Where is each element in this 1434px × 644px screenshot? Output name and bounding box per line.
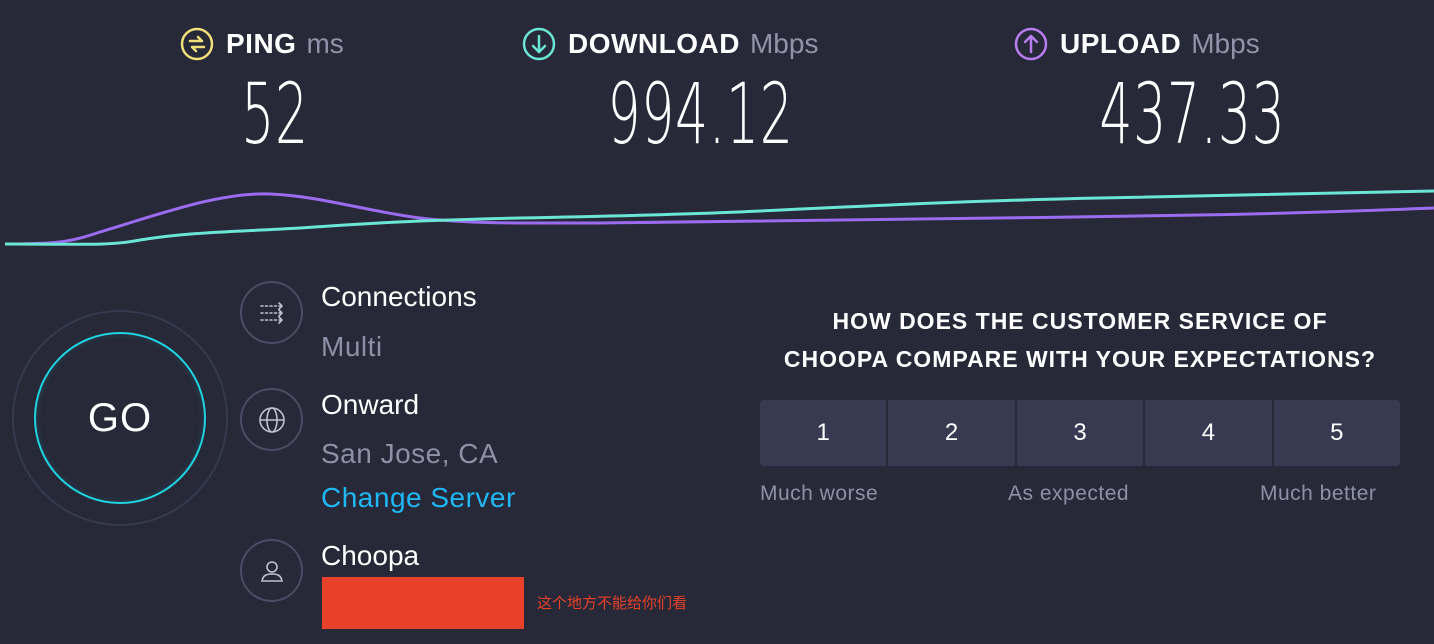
redaction-note: 这个地方不能给你们看 xyxy=(537,594,688,612)
rating-option-2[interactable]: 2 xyxy=(888,400,1017,466)
connections-value: Multi xyxy=(321,331,383,362)
go-label: GO xyxy=(87,395,153,440)
ping-unit: ms xyxy=(306,28,344,59)
provider-name: Choopa xyxy=(321,540,420,571)
survey-question-line-2: CHOOPA COMPARE WITH YOUR EXPECTATIONS? xyxy=(783,346,1377,372)
upload-metric: UPLOAD Mbps xyxy=(1014,26,1260,62)
ping-value: 52 xyxy=(241,65,309,163)
download-unit: Mbps xyxy=(749,28,819,59)
globe-icon xyxy=(240,388,303,451)
ping-label: PING xyxy=(226,28,297,59)
rating-option-3[interactable]: 3 xyxy=(1016,400,1146,466)
user-icon xyxy=(240,539,303,602)
download-metric: DOWNLOAD Mbps xyxy=(522,26,818,62)
rating-options: 1 2 3 4 5 xyxy=(760,400,1401,466)
scale-label-low: Much worse xyxy=(760,482,879,505)
server-location: San Jose, CA xyxy=(321,438,499,469)
ping-metric: PING ms xyxy=(180,26,344,62)
survey-question: HOW DOES THE CUSTOMER SERVICE OF CHOOPA … xyxy=(758,302,1402,378)
scale-label-high: Much better xyxy=(1260,482,1377,505)
upload-unit: Mbps xyxy=(1191,28,1260,59)
download-arrow-icon xyxy=(522,27,556,61)
rating-option-4[interactable]: 4 xyxy=(1145,400,1274,466)
upload-arrow-icon xyxy=(1014,27,1048,61)
scale-label-mid: As expected xyxy=(1008,482,1130,505)
upload-value: 437.33 xyxy=(1099,65,1286,163)
survey-question-line-1: HOW DOES THE CUSTOMER SERVICE OF xyxy=(832,308,1328,334)
connections-icon xyxy=(240,281,303,344)
speed-graph xyxy=(4,189,1434,246)
download-value: 994.12 xyxy=(607,65,794,163)
upload-speed-line xyxy=(4,192,1434,246)
download-label: DOWNLOAD xyxy=(568,28,740,59)
go-button[interactable]: GO xyxy=(34,332,206,504)
redaction-box xyxy=(322,577,524,629)
server-name: Onward xyxy=(321,389,420,420)
change-server-link[interactable]: Change Server xyxy=(321,482,516,514)
connections-title: Connections xyxy=(321,281,477,312)
rating-option-1[interactable]: 1 xyxy=(760,400,889,466)
rating-option-5[interactable]: 5 xyxy=(1273,400,1401,466)
upload-label: UPLOAD xyxy=(1060,28,1182,59)
ping-icon xyxy=(180,27,214,61)
